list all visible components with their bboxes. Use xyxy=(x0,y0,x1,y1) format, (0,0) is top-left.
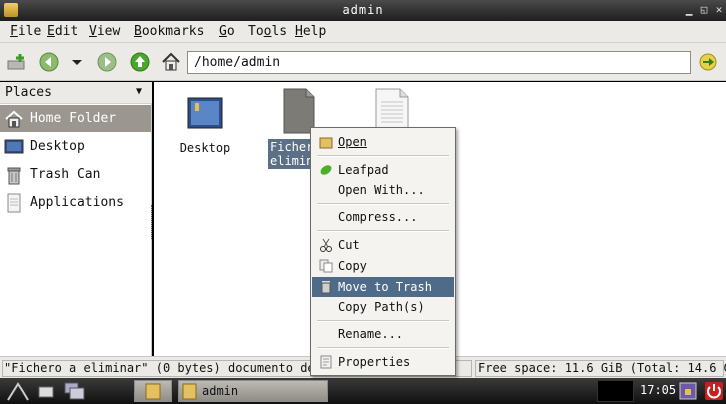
maximize-icon[interactable]: ◱ xyxy=(698,3,710,16)
toolbar: /home/admin xyxy=(0,43,726,81)
taskbar-launcher-file-manager[interactable] xyxy=(134,380,172,402)
places-selector[interactable]: Places ▼ xyxy=(0,82,152,104)
context-menu-copy[interactable]: Copy xyxy=(312,256,454,276)
menu-separator xyxy=(317,203,449,205)
properties-icon xyxy=(320,355,332,369)
up-icon[interactable] xyxy=(129,51,151,73)
sidebar-item-trash-can[interactable]: Trash Can xyxy=(0,161,151,188)
window-switcher-icon[interactable] xyxy=(64,381,86,401)
menu-go[interactable]: Go xyxy=(219,24,235,39)
menu-separator xyxy=(317,347,449,349)
menu-file[interactable]: File xyxy=(10,24,41,39)
taskbar: admin 17:05 xyxy=(0,378,726,404)
sidebar-item-desktop[interactable]: Desktop xyxy=(0,133,151,160)
places-sidebar: Places ▼ Home Folder Desktop Trash Can A… xyxy=(0,82,152,356)
menubar: File Edit View Bookmarks Go Tools Help xyxy=(0,21,726,43)
menu-separator xyxy=(317,320,449,322)
sidebar-item-applications[interactable]: Applications xyxy=(0,189,151,216)
context-menu-leafpad[interactable]: Leafpad xyxy=(312,160,454,180)
file-item-desktop[interactable]: Desktop xyxy=(174,94,236,155)
location-input[interactable]: /home/admin xyxy=(187,51,691,74)
context-menu: Open Leafpad Open With... Compress... Cu… xyxy=(310,127,456,376)
forward-icon[interactable] xyxy=(96,51,118,73)
menu-bookmarks[interactable]: Bookmarks xyxy=(134,24,204,39)
context-menu-cut[interactable]: Cut xyxy=(312,235,454,255)
context-menu-open-with[interactable]: Open With... xyxy=(312,180,454,200)
show-desktop-icon[interactable] xyxy=(38,383,54,399)
menu-help[interactable]: Help xyxy=(295,24,326,39)
taskbar-window-admin[interactable]: admin xyxy=(178,380,328,402)
folder-open-icon xyxy=(319,137,333,149)
copy-icon xyxy=(319,259,333,273)
minimize-icon[interactable]: ▁ xyxy=(683,3,695,16)
sidebar-item-home-folder[interactable]: Home Folder xyxy=(0,105,151,132)
home-icon xyxy=(4,109,24,129)
context-menu-copy-paths[interactable]: Copy Path(s) xyxy=(312,297,454,317)
workspace-pager[interactable] xyxy=(597,380,634,402)
folder-icon xyxy=(182,383,197,400)
status-free-space: Free space: 11.6 GiB (Total: 14.6 GiB) xyxy=(475,360,726,377)
close-icon[interactable]: ✕ xyxy=(713,3,725,16)
menu-separator xyxy=(317,155,449,157)
history-dropdown-icon[interactable] xyxy=(70,51,84,73)
trash-icon xyxy=(321,281,331,294)
context-menu-compress[interactable]: Compress... xyxy=(312,207,454,227)
menu-tools[interactable]: Tools xyxy=(248,24,287,39)
scissors-icon xyxy=(320,238,332,252)
context-menu-open[interactable]: Open xyxy=(312,132,454,152)
power-icon[interactable] xyxy=(704,381,724,401)
chevron-down-icon: ▼ xyxy=(135,86,142,97)
window-titlebar: admin ▁ ◱ ✕ xyxy=(0,0,726,21)
go-icon[interactable] xyxy=(697,51,719,73)
menu-separator xyxy=(317,230,449,232)
folder-desktop-icon xyxy=(187,97,223,129)
leafpad-icon xyxy=(320,165,332,175)
home-icon[interactable] xyxy=(160,51,182,73)
context-menu-move-to-trash[interactable]: Move to Trash xyxy=(312,277,454,297)
window-title: admin xyxy=(342,3,384,17)
context-menu-properties[interactable]: Properties xyxy=(312,352,454,372)
lock-screen-icon[interactable] xyxy=(678,381,698,401)
new-tab-icon[interactable] xyxy=(6,51,28,73)
clock[interactable]: 17:05 xyxy=(640,383,676,397)
applications-icon xyxy=(4,193,24,213)
context-menu-rename[interactable]: Rename... xyxy=(312,324,454,344)
back-icon[interactable] xyxy=(38,51,60,73)
menu-edit[interactable]: Edit xyxy=(47,24,78,39)
desktop-icon xyxy=(4,137,24,157)
menu-view[interactable]: View xyxy=(89,24,120,39)
trash-icon xyxy=(4,165,24,185)
start-menu-icon[interactable] xyxy=(4,380,32,402)
folder-icon xyxy=(145,383,161,400)
